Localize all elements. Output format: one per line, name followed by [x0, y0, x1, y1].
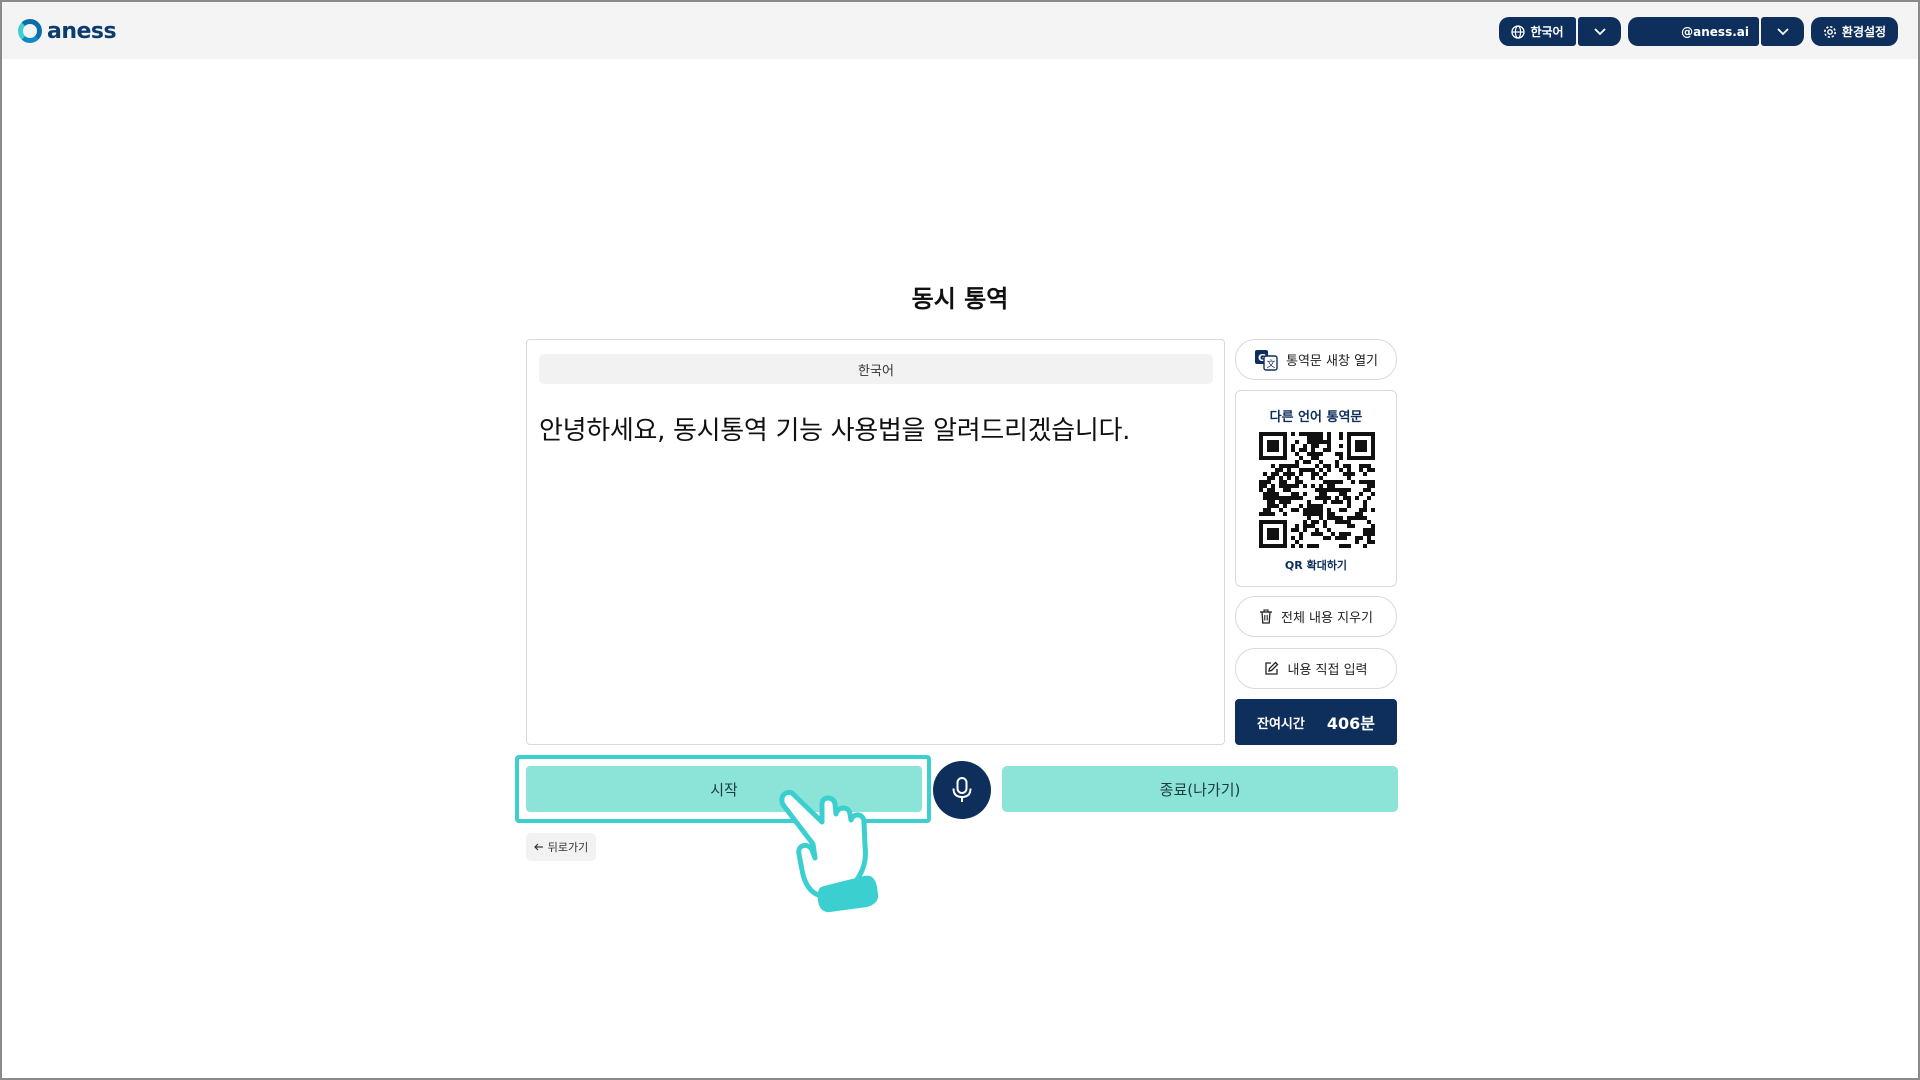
microphone-button[interactable]	[933, 761, 991, 819]
svg-text:文: 文	[1267, 358, 1276, 370]
arrow-left-icon	[533, 843, 543, 851]
qr-code-icon[interactable]	[1259, 432, 1375, 548]
open-translation-label: 통역문 새창 열기	[1286, 354, 1378, 369]
user-email-label: @aness.ai	[1681, 24, 1749, 39]
back-button[interactable]: 뒤로가기	[526, 833, 596, 861]
back-label: 뒤로가기	[547, 841, 589, 854]
translate-icon: G 文	[1255, 349, 1278, 371]
remaining-time-badge: 잔여시간 406분	[1235, 699, 1397, 745]
direct-input-label: 내용 직접 입력	[1287, 663, 1368, 678]
chevron-down-icon	[1593, 27, 1606, 35]
globe-icon	[1511, 24, 1526, 39]
page-title: 동시 통역	[911, 285, 1009, 313]
qr-title: 다른 언어 통역문	[1269, 410, 1363, 425]
qr-card: 다른 언어 통역문 QR 확대하기	[1235, 390, 1397, 587]
logo-text: aness	[47, 18, 117, 44]
open-translation-window-button[interactable]: G 文 통역문 새창 열기	[1235, 339, 1397, 380]
clear-all-label: 전체 내용 지우기	[1281, 611, 1373, 626]
settings-button[interactable]: 환경설정	[1811, 17, 1898, 46]
pointing-hand-icon	[779, 789, 879, 913]
microphone-icon	[952, 777, 972, 802]
transcript-panel: 한국어 안녕하세요, 동시통역 기능 사용법을 알려드리겠습니다.	[526, 339, 1225, 745]
language-label: 한국어	[1530, 25, 1564, 39]
source-language-header: 한국어	[539, 354, 1213, 384]
remaining-time-value: 406분	[1326, 714, 1375, 733]
logo-ring-icon	[18, 19, 42, 43]
user-account-button[interactable]: @aness.ai	[1628, 17, 1759, 46]
aness-logo[interactable]: aness	[18, 17, 117, 45]
transcript-text: 안녕하세요, 동시통역 기능 사용법을 알려드리겠습니다.	[539, 416, 1131, 446]
trash-icon	[1260, 609, 1272, 624]
direct-input-button[interactable]: 내용 직접 입력	[1235, 648, 1397, 689]
end-exit-button[interactable]: 종료(나가기)	[1002, 766, 1398, 812]
settings-label: 환경설정	[1841, 25, 1887, 39]
language-dropdown-button[interactable]	[1578, 17, 1621, 46]
clear-all-button[interactable]: 전체 내용 지우기	[1235, 596, 1397, 637]
language-selector-button[interactable]: 한국어	[1499, 17, 1576, 46]
remaining-time-label: 잔여시간	[1257, 716, 1305, 732]
edit-icon	[1265, 661, 1279, 675]
chevron-down-icon	[1776, 27, 1789, 35]
gear-icon	[1823, 25, 1836, 38]
top-bar: aness 한국어 @aness.ai 환경설정	[2, 2, 1918, 59]
user-dropdown-button[interactable]	[1761, 17, 1804, 46]
qr-expand-link[interactable]: QR 확대하기	[1236, 557, 1396, 573]
